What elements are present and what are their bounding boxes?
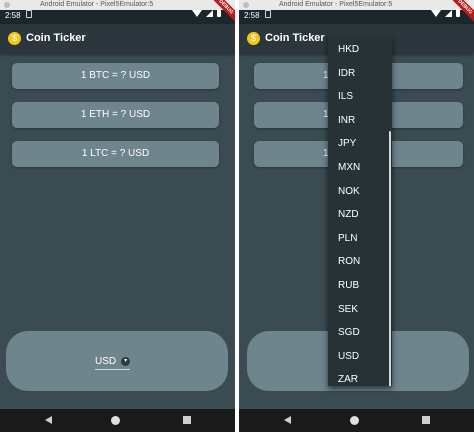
wifi-icon — [431, 9, 441, 17]
rate-card-eth: 1 ETH = ? USD — [12, 102, 219, 128]
currency-option-sek[interactable]: SEK — [328, 298, 392, 322]
currency-option-jpy[interactable]: JPY — [328, 132, 392, 156]
app-bar: $ Coin Ticker — [0, 24, 235, 53]
app-title: Coin Ticker — [26, 32, 86, 44]
phone-screen-main: Android Emulator - Pixel5Emulator:5 2:58… — [0, 0, 235, 432]
status-time: 2:58 — [5, 11, 21, 20]
currency-option-ron[interactable]: RON — [328, 250, 392, 274]
wifi-icon — [192, 9, 202, 17]
currency-option-pln[interactable]: PLN — [328, 227, 392, 251]
battery-icon — [217, 9, 221, 17]
dropdown-arrow-icon: ▾ — [121, 357, 131, 366]
emulator-title-text: Android Emulator - Pixel5Emulator:5 — [40, 1, 154, 8]
recent-apps-icon[interactable] — [183, 416, 191, 424]
signal-icon — [445, 9, 452, 17]
emulator-icon — [243, 2, 249, 8]
recent-apps-icon[interactable] — [422, 416, 430, 424]
status-icons — [431, 9, 460, 17]
currency-option-nzd[interactable]: NZD — [328, 203, 392, 227]
currency-option-ils[interactable]: ILS — [328, 85, 392, 109]
screenshot-frame: Android Emulator - Pixel5Emulator:5 2:58… — [0, 0, 474, 432]
app-title: Coin Ticker — [265, 32, 325, 44]
currency-option-mxn[interactable]: MXN — [328, 156, 392, 180]
currency-dropdown[interactable]: USD ▾ — [95, 355, 131, 370]
back-icon[interactable] — [284, 416, 291, 424]
rate-card-ltc: 1 LTC = ? USD — [12, 141, 219, 167]
currency-option-sgd[interactable]: SGD — [328, 321, 392, 345]
dropdown-scrollbar[interactable] — [389, 131, 391, 386]
status-icons — [192, 9, 221, 17]
currency-dropdown-menu: HKD IDR ILS INR JPY MXN NOK NZD PLN RON … — [328, 36, 392, 386]
status-time: 2:58 — [244, 11, 260, 20]
sim-card-icon — [26, 10, 32, 18]
money-face-emoji-icon: $ — [247, 32, 260, 45]
currency-option-hkd[interactable]: HKD — [328, 38, 392, 62]
selected-currency: USD — [95, 356, 117, 367]
sim-card-icon — [265, 10, 271, 18]
currency-option-nok[interactable]: NOK — [328, 180, 392, 204]
currency-option-inr[interactable]: INR — [328, 109, 392, 133]
currency-option-zar[interactable]: ZAR — [328, 368, 392, 386]
rate-card-btc: 1 BTC = ? USD — [12, 63, 219, 89]
status-bar: Android Emulator - Pixel5Emulator:5 2:58… — [0, 0, 235, 25]
currency-option-rub[interactable]: RUB — [328, 274, 392, 298]
currency-option-usd[interactable]: USD — [328, 345, 392, 369]
emulator-icon — [4, 2, 10, 8]
navigation-bar — [0, 409, 235, 432]
battery-icon — [456, 9, 460, 17]
signal-icon — [206, 9, 213, 17]
home-icon[interactable] — [350, 416, 359, 425]
navigation-bar — [239, 409, 474, 432]
currency-option-idr[interactable]: IDR — [328, 62, 392, 86]
money-face-emoji-icon: $ — [8, 32, 21, 45]
home-icon[interactable] — [111, 416, 120, 425]
back-icon[interactable] — [45, 416, 52, 424]
currency-picker-panel: USD ▾ — [6, 331, 228, 391]
currency-option-list: HKD IDR ILS INR JPY MXN NOK NZD PLN RON … — [328, 38, 392, 386]
status-bar: Android Emulator - Pixel5Emulator:5 2:58… — [239, 0, 474, 25]
emulator-title-text: Android Emulator - Pixel5Emulator:5 — [279, 1, 393, 8]
phone-screen-dropdown-open: Android Emulator - Pixel5Emulator:5 2:58… — [239, 0, 474, 432]
